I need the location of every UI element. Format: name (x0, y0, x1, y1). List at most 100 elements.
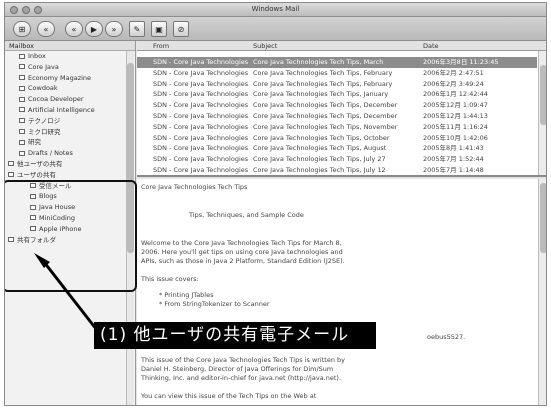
message-date: 2006年3月8日 11:23:45 (423, 58, 499, 66)
sidebar-item[interactable]: ユーザの共有 (5, 170, 135, 181)
forward-all-button[interactable]: » (105, 21, 123, 37)
folder-icon (8, 172, 14, 178)
folder-icon (19, 139, 25, 145)
message-from: SDN - Core Java Technologies (153, 133, 249, 142)
message-date: 2005年12月 1:44:13 (423, 112, 488, 120)
sidebar-item-label: ユーザの共有 (17, 170, 56, 179)
message-row[interactable]: SDN - Core Java Technologies Core Java Te… (137, 143, 537, 154)
sidebar-item[interactable]: Economy Magazine (5, 73, 135, 84)
message-date: 2006年1月 12:42:44 (423, 90, 488, 99)
message-from: SDN - Core Java Technologies (153, 58, 249, 66)
preview-line: This issue covers: (141, 275, 199, 283)
compose-icon: ✎ (133, 24, 141, 34)
forward-button[interactable]: ▶ (85, 21, 103, 37)
message-date: 2005年11月 1:16:24 (423, 122, 488, 131)
message-row[interactable]: SDN - Core Java Technologies Core Java Te… (137, 133, 537, 144)
trash-icon: ▣ (155, 24, 163, 34)
folder-icon (19, 85, 25, 91)
message-row[interactable]: SDN - Core Java Technologies Core Java Te… (137, 122, 537, 133)
sidebar-item-label: Core Java (28, 62, 59, 71)
column-subject[interactable]: Subject (253, 42, 277, 50)
message-from: SDN - Core Java Technologies (153, 166, 249, 174)
list-scrollbar[interactable] (538, 51, 546, 175)
message-from: SDN - Core Java Technologies (153, 101, 249, 110)
message-date: 2006年2月 2:47:51 (423, 68, 484, 77)
sidebar-header: Mailbox (5, 41, 135, 51)
reply-button[interactable]: « (37, 21, 55, 37)
preview-line: Core Java Technologies Tech Tips (141, 183, 248, 191)
message-row[interactable]: SDN - Core Java Technologies Core Java Te… (137, 68, 537, 79)
forward-all-icon: » (111, 24, 117, 34)
message-row[interactable]: SDN - Core Java Technologies Core Java Te… (137, 100, 537, 111)
delete-button[interactable]: ▣ (151, 21, 167, 37)
message-subject: Core Java Technologies Tech Tips, Februa… (253, 79, 393, 88)
message-date: 2005年7月 1:14:48 (423, 166, 484, 174)
message-row[interactable]: SDN - Core Java Technologies Core Java Te… (137, 57, 537, 68)
message-row[interactable]: SDN - Core Java Technologies Core Java Te… (137, 79, 537, 90)
preview-line: Thinking, Inc. and editor-in-chief for j… (141, 374, 342, 382)
preview-line: APIs, such as those in Java 2 Platform, … (141, 257, 345, 265)
sidebar-item-label: テクノロジ (28, 116, 61, 125)
preview-line: oebus5527. (427, 333, 466, 341)
reply-icon: « (43, 24, 49, 34)
message-date: 2005年8月 1:41:43 (423, 144, 484, 153)
get-mail-button[interactable]: ⊞ (13, 21, 31, 37)
message-subject: Core Java Technologies Tech Tips, August (253, 144, 387, 153)
message-date: 2005年7月 1:52:44 (423, 155, 484, 164)
junk-button[interactable]: ⊘ (173, 21, 189, 37)
message-row[interactable]: SDN - Core Java Technologies Core Java Te… (137, 165, 537, 176)
toolbar: ⊞ « « ▶ » ✎ ▣ ⊘ (5, 17, 546, 41)
preview-line: You can view this issue of the Tech Tips… (141, 392, 317, 400)
message-subject: Core Java Technologies Tech Tips, March (253, 58, 384, 66)
sidebar-item[interactable]: Cocoa Developer (5, 94, 135, 105)
sidebar-item[interactable]: 他ユーザの共有 (5, 159, 135, 170)
message-subject: Core Java Technologies Tech Tips, Decemb… (253, 101, 398, 110)
sidebar-item[interactable]: Drafts / Notes (5, 148, 135, 159)
message-from: SDN - Core Java Technologies (153, 144, 249, 153)
message-row[interactable]: SDN - Core Java Technologies Core Java Te… (137, 154, 537, 165)
sidebar-item[interactable]: Cowdoak (5, 83, 135, 94)
message-subject: Core Java Technologies Tech Tips, July 2… (253, 155, 386, 164)
preview-line: Daniel H. Steinberg, Director of Java Of… (141, 365, 334, 373)
column-from[interactable]: From (153, 42, 169, 50)
message-subject: Core Java Technologies Tech Tips, Novemb… (253, 122, 398, 131)
message-date: 2005年10月 1:42:06 (423, 133, 488, 142)
callout-highlight-box (5, 180, 137, 292)
message-from: SDN - Core Java Technologies (153, 68, 249, 77)
column-date[interactable]: Date (423, 42, 439, 50)
mailbox-icon: ⊞ (18, 24, 26, 34)
sidebar-item-label: Artificial Intelligence (28, 105, 95, 114)
message-subject: Core Java Technologies Tech Tips, July 1… (253, 166, 386, 174)
message-from: SDN - Core Java Technologies (153, 90, 249, 99)
preview-line: This issue of the Core Java Technologies… (141, 356, 345, 364)
preview-scroll-thumb[interactable] (540, 183, 546, 253)
message-from: SDN - Core Java Technologies (153, 79, 249, 88)
folder-icon (19, 64, 25, 70)
list-scroll-thumb[interactable] (540, 65, 546, 125)
sidebar-item-label: Cocoa Developer (28, 95, 84, 104)
sidebar-item[interactable]: Artificial Intelligence (5, 105, 135, 116)
folder-icon (8, 161, 14, 167)
sidebar-item[interactable]: テクノロジ (5, 116, 135, 127)
callout-caption: (1) 他ユーザの共有電子メール (94, 322, 376, 349)
folder-icon (19, 96, 25, 102)
sidebar-item[interactable]: ミクロ研究 (5, 127, 135, 138)
reply-all-button[interactable]: « (65, 21, 83, 37)
sidebar-item-label: Drafts / Notes (28, 149, 73, 158)
message-from: SDN - Core Java Technologies (153, 122, 249, 131)
new-message-button[interactable]: ✎ (129, 21, 145, 37)
title-bar: Windows Mail (5, 3, 546, 17)
sidebar-item-label: Inbox (28, 52, 46, 60)
message-row[interactable]: SDN - Core Java Technologies Core Java Te… (137, 89, 537, 100)
folder-icon (19, 150, 25, 156)
sidebar-item[interactable]: Inbox (5, 51, 135, 62)
message-date: 2005年12月 1:09:47 (423, 101, 488, 110)
message-row[interactable]: SDN - Core Java Technologies Core Java Te… (137, 111, 537, 122)
preview-line: * Printing JTables (159, 291, 214, 299)
preview-scrollbar[interactable] (538, 179, 546, 405)
window-title: Windows Mail (251, 5, 300, 13)
message-from: SDN - Core Java Technologies (153, 112, 249, 120)
sidebar-item[interactable]: 研究 (5, 137, 135, 148)
sidebar-item[interactable]: Core Java (5, 62, 135, 73)
message-from: SDN - Core Java Technologies (153, 155, 249, 164)
